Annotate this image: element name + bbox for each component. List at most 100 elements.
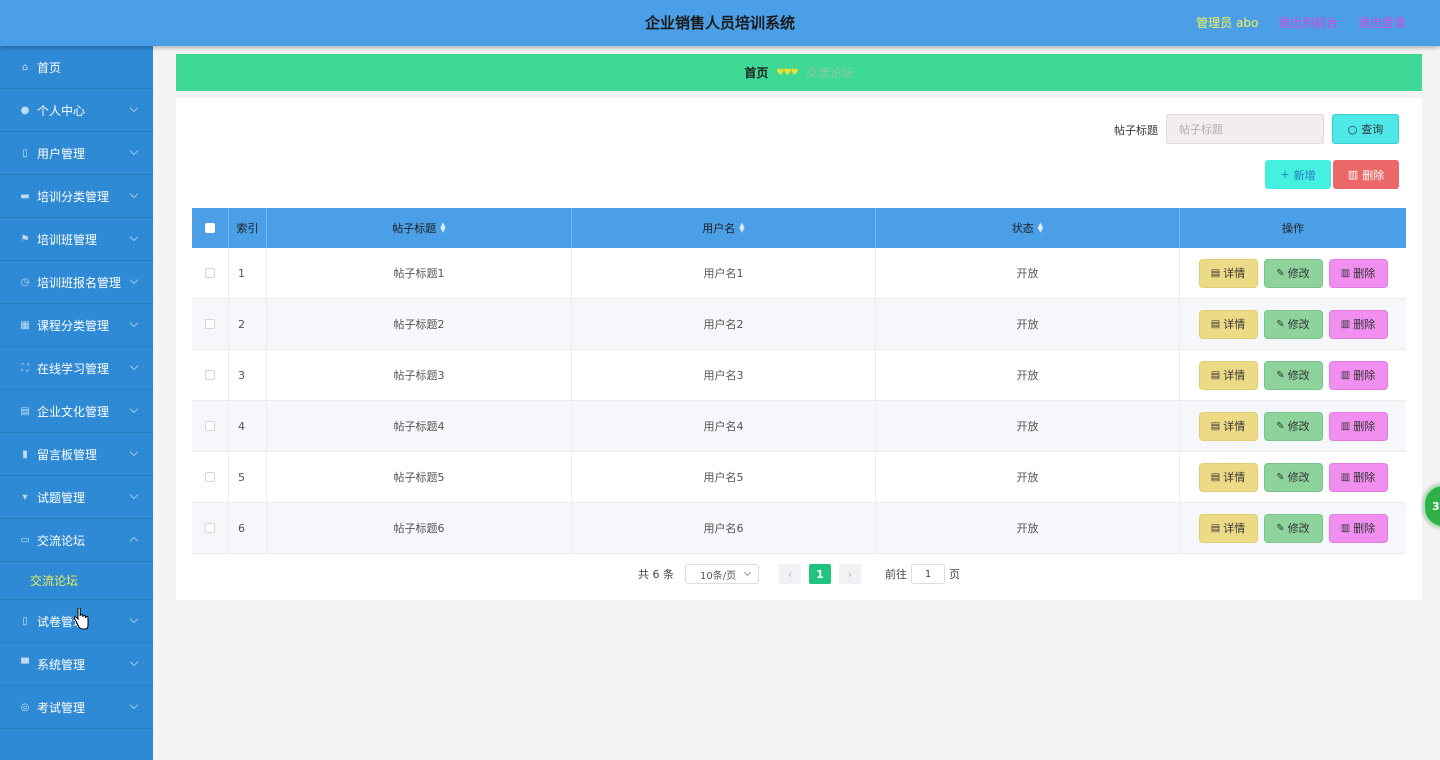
home-icon: ⌂	[21, 61, 29, 73]
row-checkbox[interactable]	[205, 319, 215, 329]
column-title[interactable]: 帖子标题 ▲ ▼	[267, 208, 572, 248]
edit-button[interactable]: ✎ 修改	[1263, 513, 1323, 543]
next-page-button[interactable]: ›	[839, 564, 861, 584]
remove-button[interactable]: ▥ 删除	[1328, 462, 1388, 492]
sidebar-item-13[interactable]: ▀ 系统管理	[0, 643, 153, 686]
add-button[interactable]: + 新增	[1265, 160, 1331, 189]
detail-button[interactable]: ▤ 详情	[1198, 309, 1258, 339]
sidebar-item-1[interactable]: ● 个人中心	[0, 89, 153, 132]
sidebar-item-11[interactable]: ▭ 交流论坛	[0, 519, 153, 562]
column-status[interactable]: 状态 ▲ ▼	[876, 208, 1180, 248]
cell-status: 开放	[876, 350, 1180, 400]
cell-index: 6	[229, 503, 267, 553]
table-row: 1 帖子标题1 用户名1 开放 ▤ 详情 ✎ 修改 ▥ 删除	[192, 248, 1406, 299]
trash-icon: ▥	[1340, 267, 1351, 279]
sort-icon[interactable]: ▲ ▼	[739, 222, 744, 234]
pagination: 共 6 条 10条/页 ‹ 1 › 前往 1 页	[176, 564, 1422, 584]
chevron-down-icon	[129, 614, 139, 624]
delete-button[interactable]: ▥ 删除	[1333, 160, 1399, 189]
frame-icon: ⛶	[21, 362, 29, 374]
remove-button-label: 删除	[1353, 318, 1376, 331]
sidebar-item-8[interactable]: ▤ 企业文化管理	[0, 390, 153, 433]
detail-button[interactable]: ▤ 详情	[1198, 258, 1258, 288]
case-icon: ▬	[20, 190, 30, 202]
remove-button[interactable]: ▥ 删除	[1328, 258, 1388, 288]
logout-link[interactable]: 退出登录	[1358, 16, 1406, 30]
sort-icon[interactable]: ▲ ▼	[440, 222, 445, 234]
row-select-cell	[192, 503, 229, 553]
sort-icon[interactable]: ▲ ▼	[1038, 222, 1043, 234]
remove-button[interactable]: ▥ 删除	[1328, 513, 1388, 543]
sidebar-item-4[interactable]: ⚑ 培训班管理	[0, 218, 153, 261]
remove-button-label: 删除	[1353, 369, 1376, 382]
row-checkbox[interactable]	[205, 370, 215, 380]
detail-button-label: 详情	[1223, 420, 1246, 433]
pencil-icon: ✎	[1276, 369, 1285, 381]
sidebar-item-6[interactable]: ▦ 课程分类管理	[0, 304, 153, 347]
clock-icon: ◷	[20, 276, 30, 288]
query-button[interactable]: ○ 查询	[1332, 114, 1399, 144]
breadcrumb-home[interactable]: 首页	[744, 64, 768, 81]
hand-cursor-icon	[73, 608, 89, 630]
trash-icon: ▥	[1340, 522, 1351, 534]
edit-button[interactable]: ✎ 修改	[1263, 462, 1323, 492]
edit-button-label: 修改	[1287, 420, 1310, 433]
sidebar-item-0[interactable]: ⌂ 首页	[0, 46, 153, 89]
detail-button[interactable]: ▤ 详情	[1198, 411, 1258, 441]
floating-badge[interactable]: 30	[1423, 484, 1440, 528]
prev-page-button[interactable]: ‹	[779, 564, 801, 584]
edit-button[interactable]: ✎ 修改	[1263, 360, 1323, 390]
add-button-label: 新增	[1293, 168, 1316, 182]
edit-button[interactable]: ✎ 修改	[1263, 309, 1323, 339]
page-size-select[interactable]: 10条/页	[685, 564, 759, 584]
cup-icon: ▾	[22, 491, 28, 503]
chevron-down-icon	[129, 103, 139, 113]
remove-button[interactable]: ▥ 删除	[1328, 360, 1388, 390]
page-size-value: 10条/页	[700, 570, 737, 582]
chevron-down-icon	[129, 700, 139, 710]
sidebar-item-3[interactable]: ▬ 培训分类管理	[0, 175, 153, 218]
column-user[interactable]: 用户名 ▲ ▼	[572, 208, 876, 248]
row-checkbox[interactable]	[205, 268, 215, 278]
sidebar-item-7[interactable]: ⛶ 在线学习管理	[0, 347, 153, 390]
remove-button-label: 删除	[1353, 522, 1376, 535]
column-actions: 操作	[1282, 222, 1304, 235]
detail-button[interactable]: ▤ 详情	[1198, 513, 1258, 543]
sidebar-item-label: 培训班报名管理	[37, 275, 122, 290]
trash-icon: ▥	[1340, 369, 1351, 381]
trash-icon: ▥	[1340, 420, 1351, 432]
pencil-icon: ✎	[1276, 318, 1285, 330]
edit-button[interactable]: ✎ 修改	[1263, 411, 1323, 441]
cell-actions: ▤ 详情 ✎ 修改 ▥ 删除	[1180, 401, 1406, 451]
sidebar-item-10[interactable]: ▾ 试题管理	[0, 476, 153, 519]
breadcrumb: 首页 ♥♥♥ 交流论坛	[176, 54, 1422, 91]
select-all-checkbox[interactable]	[205, 223, 215, 233]
title-search-input[interactable]	[1166, 114, 1324, 144]
edit-button[interactable]: ✎ 修改	[1263, 258, 1323, 288]
file-icon: ▤	[1210, 420, 1221, 432]
row-checkbox[interactable]	[205, 523, 215, 533]
goto-page-input[interactable]: 1	[911, 564, 945, 584]
current-page[interactable]: 1	[809, 564, 831, 584]
sidebar-item-label: 个人中心	[37, 103, 86, 118]
exit-to-front-link[interactable]: 退出到前台	[1278, 16, 1338, 30]
cell-user: 用户名4	[572, 401, 876, 451]
row-checkbox[interactable]	[205, 472, 215, 482]
detail-button[interactable]: ▤ 详情	[1198, 360, 1258, 390]
remove-button[interactable]: ▥ 删除	[1328, 411, 1388, 441]
detail-button[interactable]: ▤ 详情	[1198, 462, 1258, 492]
sidebar-item-14[interactable]: ◎ 考试管理	[0, 686, 153, 729]
cell-title: 帖子标题6	[267, 503, 572, 553]
sidebar-item-label: 培训班管理	[37, 232, 98, 247]
remove-button[interactable]: ▥ 删除	[1328, 309, 1388, 339]
cell-status: 开放	[876, 248, 1180, 298]
sidebar-item-label: 企业文化管理	[37, 404, 110, 419]
sidebar-item-2[interactable]: ▯ 用户管理	[0, 132, 153, 175]
row-checkbox[interactable]	[205, 421, 215, 431]
sidebar-item-9[interactable]: ▮ 留言板管理	[0, 433, 153, 476]
pencil-icon: ✎	[1276, 522, 1285, 534]
sidebar-subitem-forum[interactable]: 交流论坛	[0, 562, 153, 600]
sidebar-item-5[interactable]: ◷ 培训班报名管理	[0, 261, 153, 304]
detail-button-label: 详情	[1223, 471, 1246, 484]
ticket-icon: ▭	[20, 534, 30, 546]
